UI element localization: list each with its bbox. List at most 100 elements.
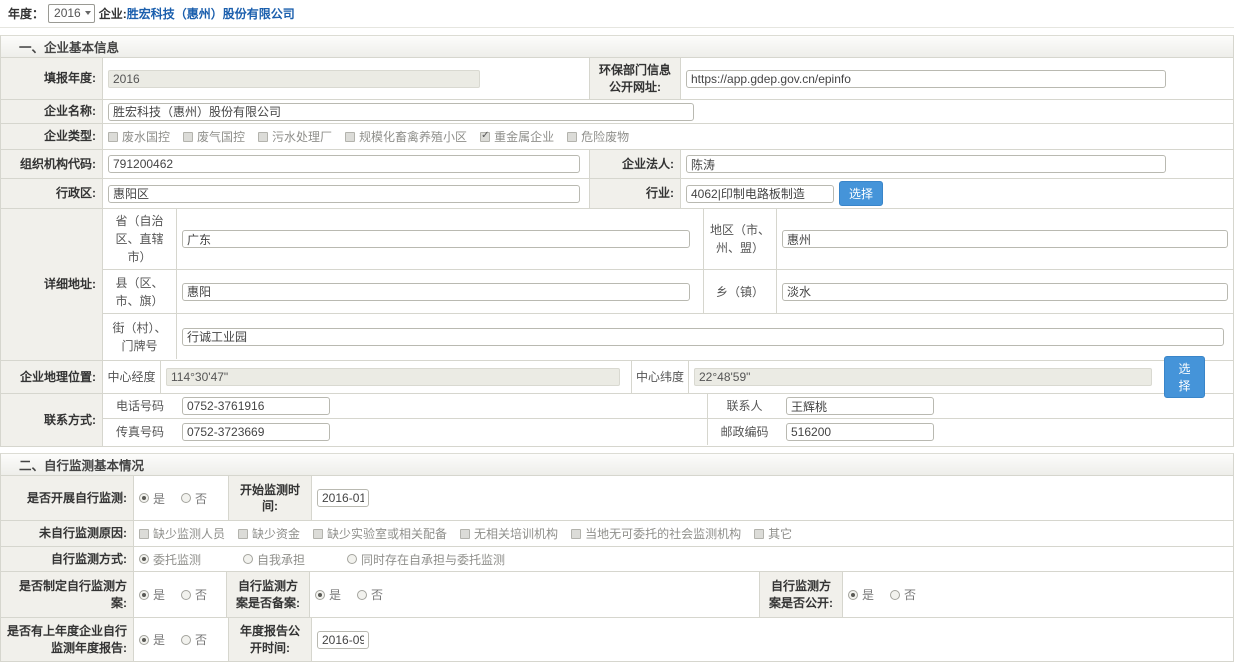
record-option-yes[interactable]: 是 — [315, 586, 341, 603]
report-time-input[interactable] — [317, 631, 369, 649]
self-monitor-option-yes[interactable]: 是 — [139, 490, 165, 507]
checkbox-icon — [754, 529, 764, 539]
longitude-input[interactable] — [166, 368, 620, 386]
method-option-commissioned[interactable]: 委托监测 — [139, 551, 201, 568]
contact-person-input[interactable] — [786, 397, 934, 415]
town-input[interactable] — [782, 283, 1228, 301]
annual-report-option-yes[interactable]: 是 — [139, 631, 165, 648]
company-type-option-sewage-plant[interactable]: 污水处理厂 — [258, 128, 332, 145]
fax-input[interactable] — [182, 423, 330, 441]
option-label: 废水国控 — [122, 128, 170, 145]
reason-option-no-training[interactable]: 无相关培训机构 — [460, 525, 558, 542]
radio-icon — [357, 590, 367, 600]
legal-person-input[interactable] — [686, 155, 1166, 173]
contact-row-phone: 电话号码 联系人 — [103, 394, 1233, 419]
street-input[interactable] — [182, 328, 1224, 346]
public-option-yes[interactable]: 是 — [848, 586, 874, 603]
street-label: 街（村）、门牌号 — [103, 314, 177, 359]
env-url-label: 环保部门信息公开网址: — [589, 58, 681, 99]
company-name-input[interactable] — [108, 103, 694, 121]
self-monitor-options: 是 否 — [134, 476, 228, 520]
option-label: 否 — [195, 490, 207, 507]
company-type-options: 废水国控 废气国控 污水处理厂 规模化畜禽养殖小区 重金属企业 危险废物 — [103, 124, 1233, 149]
district-input[interactable] — [108, 185, 580, 203]
industry-select-button[interactable]: 选择 — [839, 181, 883, 206]
city-input[interactable] — [782, 230, 1228, 248]
no-monitor-reason-label: 未自行监测原因: — [1, 521, 134, 546]
no-monitor-reason-options: 缺少监测人员 缺少资金 缺少实验室或相关配备 无相关培训机构 当地无可委托的社会… — [134, 521, 1233, 546]
plan-label: 是否制定自行监测方案: — [1, 572, 134, 617]
option-label: 是 — [153, 490, 165, 507]
report-time-label: 年度报告公开时间: — [228, 618, 312, 661]
phone-input[interactable] — [182, 397, 330, 415]
radio-icon — [181, 635, 191, 645]
plan-option-yes[interactable]: 是 — [139, 586, 165, 603]
district-label: 行政区: — [1, 179, 103, 208]
option-label: 无相关培训机构 — [474, 525, 558, 542]
self-monitor-option-no[interactable]: 否 — [181, 490, 207, 507]
phone-cell — [177, 394, 707, 418]
annual-report-option-no[interactable]: 否 — [181, 631, 207, 648]
chevron-down-icon — [85, 11, 91, 15]
fill-year-label: 填报年度: — [1, 58, 103, 99]
public-option-no[interactable]: 否 — [890, 586, 916, 603]
method-option-both[interactable]: 同时存在自承担与委托监测 — [347, 551, 505, 568]
radio-icon — [181, 493, 191, 503]
option-label: 是 — [862, 586, 874, 603]
option-label: 自我承担 — [257, 551, 305, 568]
reason-option-no-funds[interactable]: 缺少资金 — [238, 525, 300, 542]
reason-option-no-lab[interactable]: 缺少实验室或相关配备 — [313, 525, 447, 542]
plan-options: 是 否 — [134, 572, 226, 617]
plan-option-no[interactable]: 否 — [181, 586, 207, 603]
checkbox-icon — [345, 132, 355, 142]
row-contact: 联系方式: 电话号码 联系人 传真号码 邮政编码 — [1, 394, 1233, 446]
option-label: 规模化畜禽养殖小区 — [359, 128, 467, 145]
method-option-self[interactable]: 自我承担 — [243, 551, 305, 568]
radio-icon — [347, 554, 357, 564]
env-url-input[interactable] — [686, 70, 1166, 88]
industry-input[interactable] — [686, 185, 834, 203]
geo-select-button[interactable]: 选择 — [1164, 356, 1205, 398]
option-label: 缺少资金 — [252, 525, 300, 542]
fill-year-cell — [103, 58, 589, 99]
city-label: 地区（市、州、盟） — [703, 209, 777, 269]
year-select[interactable]: 2016 — [48, 4, 95, 23]
option-label: 否 — [904, 586, 916, 603]
row-geo: 企业地理位置: 中心经度 中心纬度 选择 — [1, 361, 1233, 394]
record-options: 是 否 — [310, 572, 759, 617]
address-row-street: 街（村）、门牌号 — [103, 314, 1233, 359]
company-type-option-wastegas[interactable]: 废气国控 — [183, 128, 245, 145]
county-input[interactable] — [182, 283, 690, 301]
latitude-cell — [689, 361, 1159, 393]
street-cell — [177, 314, 1233, 359]
postcode-input[interactable] — [786, 423, 934, 441]
address-label: 详细地址: — [1, 209, 103, 360]
reason-option-other[interactable]: 其它 — [754, 525, 792, 542]
checkbox-icon — [460, 529, 470, 539]
record-option-no[interactable]: 否 — [357, 586, 383, 603]
org-code-input[interactable] — [108, 155, 580, 173]
latitude-input[interactable] — [694, 368, 1152, 386]
reason-option-no-staff[interactable]: 缺少监测人员 — [139, 525, 225, 542]
reason-option-no-agency[interactable]: 当地无可委托的社会监测机构 — [571, 525, 741, 542]
start-time-input[interactable] — [317, 489, 369, 507]
fill-year-input[interactable] — [108, 70, 480, 88]
row-company-type: 企业类型: 废水国控 废气国控 污水处理厂 规模化畜禽养殖小区 重金属企业 — [1, 124, 1233, 150]
company-type-option-heavy-metal[interactable]: 重金属企业 — [480, 128, 554, 145]
company-type-label: 企业类型: — [1, 124, 103, 149]
province-label: 省（自治区、直辖市） — [103, 209, 177, 269]
phone-label: 电话号码 — [103, 394, 177, 418]
city-cell — [777, 209, 1233, 269]
company-type-option-hazardous-waste[interactable]: 危险废物 — [567, 128, 629, 145]
radio-icon — [243, 554, 253, 564]
start-time-label: 开始监测时间: — [228, 476, 312, 520]
env-url-cell — [681, 58, 1233, 99]
legal-person-cell — [681, 150, 1233, 178]
company-type-option-livestock[interactable]: 规模化畜禽养殖小区 — [345, 128, 467, 145]
county-label: 县（区、市、旗） — [103, 270, 177, 313]
row-no-monitor-reason: 未自行监测原因: 缺少监测人员 缺少资金 缺少实验室或相关配备 无相关培训机构 … — [1, 521, 1233, 547]
longitude-cell — [161, 361, 631, 393]
option-label: 同时存在自承担与委托监测 — [361, 551, 505, 568]
company-type-option-wastewater[interactable]: 废水国控 — [108, 128, 170, 145]
province-input[interactable] — [182, 230, 690, 248]
